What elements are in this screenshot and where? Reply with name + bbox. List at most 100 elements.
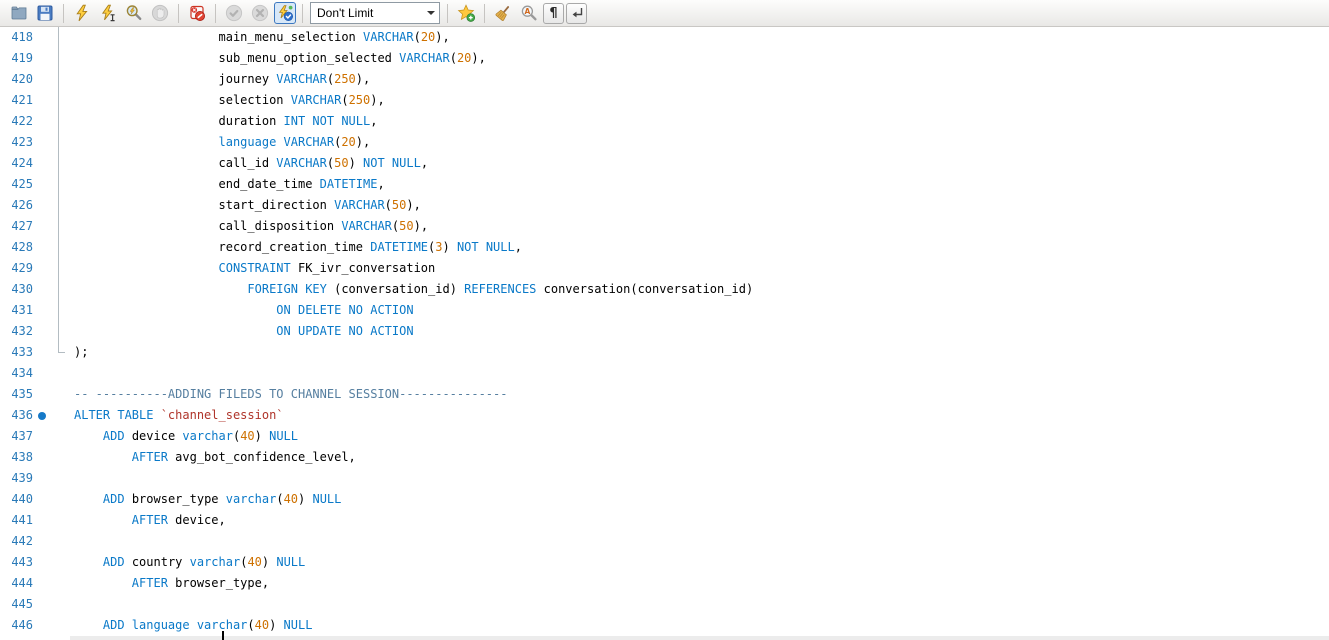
code-line[interactable]: 430 FOREIGN KEY (conversation_id) REFERE… xyxy=(0,279,1329,300)
code-line[interactable]: 421 selection VARCHAR(250), xyxy=(0,90,1329,111)
code-line[interactable]: 418 main_menu_selection VARCHAR(20), xyxy=(0,27,1329,48)
gutter-margin xyxy=(33,342,70,363)
execute-script-button[interactable] xyxy=(70,1,94,25)
code-line[interactable]: 439 xyxy=(0,468,1329,489)
commit-button[interactable] xyxy=(222,1,246,25)
code-line[interactable]: 441 AFTER device, xyxy=(0,510,1329,531)
line-number: 423 xyxy=(7,132,33,153)
code-line[interactable]: 433); xyxy=(0,342,1329,363)
save-floppy-icon xyxy=(36,4,54,22)
code-line[interactable]: 431 ON DELETE NO ACTION xyxy=(0,300,1329,321)
gutter-margin xyxy=(33,27,70,48)
execute-lightning-icon xyxy=(73,4,91,22)
gutter-margin xyxy=(33,426,70,447)
execute-current-lightning-cursor-icon xyxy=(99,4,117,22)
code-text: ON DELETE NO ACTION xyxy=(70,300,414,321)
code-line[interactable]: 422 duration INT NOT NULL, xyxy=(0,111,1329,132)
sql-editor-toolbar: Don't Limit xyxy=(0,0,1329,27)
star-plus-icon xyxy=(457,4,475,22)
explain-plan-button[interactable] xyxy=(122,1,146,25)
code-line[interactable]: 435-- ----------ADDING FILEDS TO CHANNEL… xyxy=(0,384,1329,405)
gutter-margin xyxy=(33,468,70,489)
code-line[interactable]: 426 start_direction VARCHAR(50), xyxy=(0,195,1329,216)
code-text: language VARCHAR(20), xyxy=(70,132,370,153)
code-text: record_creation_time DATETIME(3) NOT NUL… xyxy=(70,237,522,258)
line-number: 420 xyxy=(7,69,33,90)
line-number: 424 xyxy=(7,153,33,174)
toggle-stop-on-error-button[interactable] xyxy=(185,1,209,25)
line-number: 425 xyxy=(7,174,33,195)
limit-rows-dropdown[interactable]: Don't Limit xyxy=(310,2,440,24)
execute-current-statement-button[interactable] xyxy=(96,1,120,25)
gutter-margin xyxy=(33,48,70,69)
code-text: ON UPDATE NO ACTION xyxy=(70,321,414,342)
code-line[interactable]: 432 ON UPDATE NO ACTION xyxy=(0,321,1329,342)
line-number: 441 xyxy=(7,510,33,531)
chevron-down-icon xyxy=(423,7,439,19)
code-lines: 418 main_menu_selection VARCHAR(20),419 … xyxy=(0,27,1329,636)
code-line[interactable]: 438 AFTER avg_bot_confidence_level, xyxy=(0,447,1329,468)
line-number: 439 xyxy=(7,468,33,489)
code-text: journey VARCHAR(250), xyxy=(70,69,370,90)
find-and-replace-button[interactable]: A xyxy=(517,1,541,25)
folder-icon xyxy=(10,4,28,22)
gutter-margin xyxy=(33,69,70,90)
stop-on-error-icon xyxy=(188,4,206,22)
code-text: CONSTRAINT FK_ivr_conversation xyxy=(70,258,435,279)
open-script-button[interactable] xyxy=(7,1,31,25)
code-line[interactable]: 423 language VARCHAR(20), xyxy=(0,132,1329,153)
code-text: sub_menu_option_selected VARCHAR(20), xyxy=(70,48,486,69)
stop-hand-icon-disabled xyxy=(151,4,169,22)
code-line[interactable]: 442 xyxy=(0,531,1329,552)
sql-code-editor[interactable]: 418 main_menu_selection VARCHAR(20),419 … xyxy=(0,27,1329,640)
show-invisibles-button[interactable]: ¶ xyxy=(543,3,564,24)
code-line[interactable]: 420 journey VARCHAR(250), xyxy=(0,69,1329,90)
code-text: call_disposition VARCHAR(50), xyxy=(70,216,428,237)
line-number: 436 xyxy=(7,405,33,426)
code-line[interactable]: 425 end_date_time DATETIME, xyxy=(0,174,1329,195)
save-snippet-button[interactable] xyxy=(454,1,478,25)
line-number: 443 xyxy=(7,552,33,573)
toggle-autocommit-button[interactable] xyxy=(274,2,296,24)
toggle-word-wrap-button[interactable] xyxy=(566,3,587,24)
code-line[interactable]: 424 call_id VARCHAR(50) NOT NULL, xyxy=(0,153,1329,174)
line-number: 445 xyxy=(7,594,33,615)
gutter-margin xyxy=(33,531,70,552)
code-line[interactable]: 436 ALTER TABLE `channel_session` xyxy=(0,405,1329,426)
code-text: ALTER TABLE `channel_session` xyxy=(70,405,284,426)
broom-icon xyxy=(494,4,512,22)
code-line[interactable]: 434 xyxy=(0,363,1329,384)
limit-rows-value: Don't Limit xyxy=(311,6,423,20)
code-text: duration INT NOT NULL, xyxy=(70,111,377,132)
text-caret xyxy=(222,631,224,640)
gutter-margin xyxy=(33,405,70,426)
code-line[interactable]: 437 ADD device varchar(40) NULL xyxy=(0,426,1329,447)
line-number: 446 xyxy=(7,615,33,636)
line-number: 433 xyxy=(7,342,33,363)
code-text: AFTER browser_type, xyxy=(70,573,269,594)
gutter-margin xyxy=(33,237,70,258)
code-line[interactable]: 429 CONSTRAINT FK_ivr_conversation xyxy=(0,258,1329,279)
code-line[interactable]: 428 record_creation_time DATETIME(3) NOT… xyxy=(0,237,1329,258)
code-line[interactable]: 419 sub_menu_option_selected VARCHAR(20)… xyxy=(0,48,1329,69)
beautify-script-button[interactable] xyxy=(491,1,515,25)
save-script-button[interactable] xyxy=(33,1,57,25)
code-line[interactable]: 427 call_disposition VARCHAR(50), xyxy=(0,216,1329,237)
code-text xyxy=(70,594,74,615)
code-line[interactable]: 443 ADD country varchar(40) NULL xyxy=(0,552,1329,573)
code-text: ADD language varchar(40) NULL xyxy=(70,615,312,636)
line-number: 428 xyxy=(7,237,33,258)
current-line-highlight xyxy=(70,636,1329,640)
code-line[interactable]: 440 ADD browser_type varchar(40) NULL xyxy=(0,489,1329,510)
code-text: ADD country varchar(40) NULL xyxy=(70,552,305,573)
rollback-button[interactable] xyxy=(248,1,272,25)
toolbar-separator xyxy=(447,4,448,23)
commit-check-icon-disabled xyxy=(225,4,243,22)
code-text: call_id VARCHAR(50) NOT NULL, xyxy=(70,153,428,174)
pilcrow-icon: ¶ xyxy=(549,7,557,20)
code-line[interactable]: 446 ADD language varchar(40) NULL xyxy=(0,615,1329,636)
code-line[interactable]: 444 AFTER browser_type, xyxy=(0,573,1329,594)
stop-query-button[interactable] xyxy=(148,1,172,25)
code-text: AFTER device, xyxy=(70,510,226,531)
code-line[interactable]: 445 xyxy=(0,594,1329,615)
